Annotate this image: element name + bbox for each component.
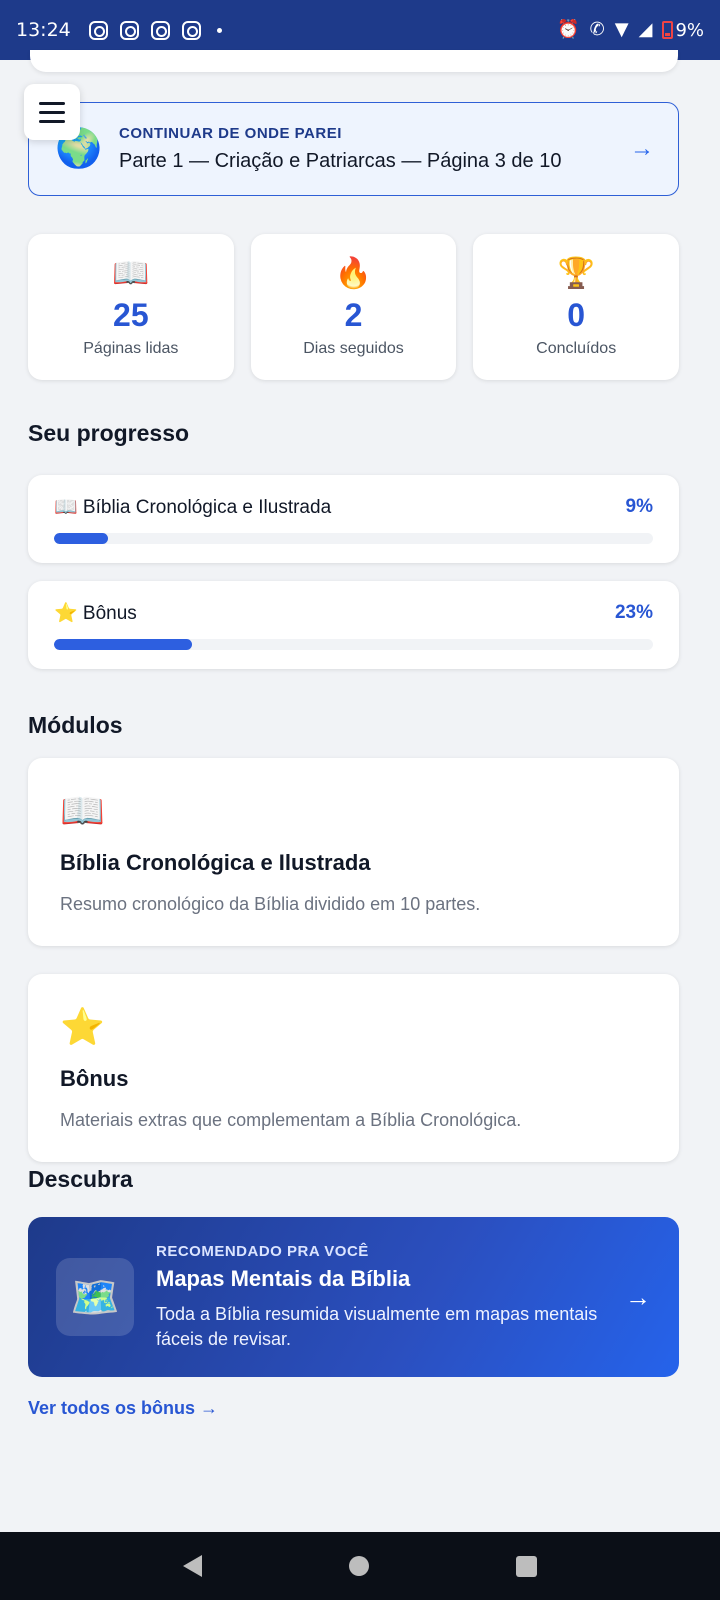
see-all-bonus-link[interactable]: Ver todos os bônus → [28, 1398, 218, 1419]
alarm-icon: ⏰ [557, 19, 580, 40]
arrow-right-icon: → [630, 135, 654, 162]
promo-description: Toda a Bíblia resumida visualmente em ma… [156, 1303, 598, 1349]
progress-percent: 23% [614, 602, 653, 623]
progress-name: 📖 Bíblia Cronológica e Ilustrada [54, 497, 332, 518]
module-card-bible[interactable]: 📖 Bíblia Cronológica e Ilustrada Resumo … [28, 758, 679, 946]
progress-percent: 9% [625, 496, 653, 517]
book-icon: 📖 [112, 256, 150, 290]
battery-level: 9% [675, 19, 704, 41]
promo-card-mind-maps[interactable]: 🗺️ RECOMENDADO PRA VOCÊ Mapas Mentais da… [28, 1217, 679, 1377]
map-icon: 🗺️ [56, 1258, 134, 1336]
instagram-icon [88, 20, 108, 40]
status-time: 13:24 [16, 19, 71, 41]
system-navbar [0, 1532, 720, 1600]
instagram-icon [150, 20, 170, 40]
promo-kicker: RECOMENDADO PRA VOCÊ [156, 1242, 369, 1260]
module-title: Bônus [60, 1066, 129, 1091]
stat-value: 25 [113, 296, 149, 333]
stat-completed: 🏆 0 Concluídos [473, 234, 680, 380]
arrow-right-icon: → [625, 1281, 651, 1312]
more-notifications-icon [216, 27, 222, 33]
stat-streak: 🔥 2 Dias seguidos [250, 234, 457, 380]
modules-section-title: Módulos [28, 712, 123, 738]
stat-label: Dias seguidos [303, 339, 404, 357]
progress-section-title: Seu progresso [28, 420, 190, 446]
progress-card-bonus[interactable]: ⭐ Bônus 23% [28, 581, 679, 669]
previous-card-edge [30, 50, 678, 72]
continue-title: Parte 1 — Criação e Patriarcas — Página … [119, 150, 562, 172]
module-description: Materiais extras que complementam a Bíbl… [60, 1110, 522, 1130]
status-icons: ⏰ ✆ ▼ ◢ 9% [557, 20, 704, 41]
progress-name: ⭐ Bônus [54, 603, 137, 624]
hamburger-icon-line [39, 110, 65, 114]
stat-label: Concluídos [536, 339, 617, 357]
stats-row: 📖 25 Páginas lidas 🔥 2 Dias seguidos 🏆 0… [28, 234, 680, 380]
hamburger-icon-line [39, 101, 65, 105]
stat-label: Páginas lidas [83, 339, 179, 357]
signal-icon: ◢ [638, 19, 653, 40]
back-icon[interactable] [183, 1555, 203, 1577]
book-icon: 📖 [60, 790, 105, 831]
call-icon: ✆ [589, 19, 605, 40]
progress-bar [54, 639, 653, 650]
recents-icon[interactable] [515, 1555, 537, 1577]
progress-bar [54, 533, 653, 544]
instagram-icon [181, 20, 201, 40]
stat-pages-read: 📖 25 Páginas lidas [28, 234, 234, 380]
battery-icon [662, 21, 674, 39]
trophy-icon: 🏆 [557, 256, 595, 290]
continue-reading-card[interactable]: 🌍 CONTINUAR DE ONDE PAREI Parte 1 — Cria… [28, 102, 679, 196]
module-description: Resumo cronológico da Bíblia dividido em… [60, 894, 481, 914]
stat-value: 2 [344, 296, 363, 333]
module-title: Bíblia Cronológica e Ilustrada [60, 850, 371, 875]
star-icon: ⭐ [60, 1006, 105, 1047]
hamburger-icon-line [39, 119, 65, 123]
progress-bar-fill [54, 639, 192, 650]
instagram-icon [119, 20, 139, 40]
menu-button[interactable] [24, 84, 80, 140]
home-icon[interactable] [348, 1556, 369, 1576]
progress-card-bible[interactable]: 📖 Bíblia Cronológica e Ilustrada 9% [28, 475, 679, 563]
promo-title: Mapas Mentais da Bíblia [156, 1265, 411, 1291]
discover-section-title: Descubra [28, 1166, 133, 1192]
progress-bar-fill [54, 533, 108, 544]
fire-icon: 🔥 [334, 256, 373, 290]
stat-value: 0 [567, 296, 586, 333]
continue-kicker: CONTINUAR DE ONDE PAREI [119, 125, 342, 142]
wifi-icon: ▼ [614, 19, 629, 40]
module-card-bonus[interactable]: ⭐ Bônus Materiais extras que complementa… [28, 974, 679, 1162]
